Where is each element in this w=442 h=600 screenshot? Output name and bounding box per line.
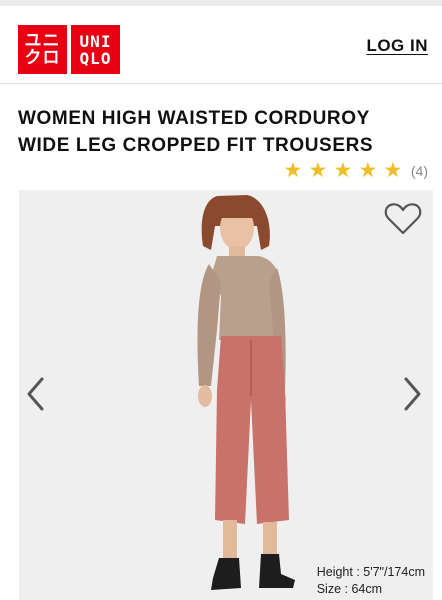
product-image-gallery[interactable]: Height : 5'7"/174cm Size : 64cm xyxy=(19,190,433,600)
uniqlo-logo[interactable]: ユニ クロ UNI QLO xyxy=(18,25,120,74)
model-size: Size : 64cm xyxy=(316,582,383,596)
logo-katakana-line2: クロ xyxy=(24,47,61,68)
model-info: Height : 5'7"/174cm Size : 64cm xyxy=(317,564,425,598)
review-count[interactable]: (4) xyxy=(411,163,428,179)
model-height: Height : 5'7"/174cm xyxy=(316,565,425,579)
logo-latin-line1: UNI xyxy=(79,31,112,51)
star-icon: ★ xyxy=(283,159,303,182)
logo-block-katakana: ユニ クロ xyxy=(18,25,67,74)
chevron-left-icon[interactable] xyxy=(25,376,47,412)
logo-block-latin: UNI QLO xyxy=(71,25,120,74)
product-photo-model xyxy=(197,195,295,590)
site-header: ユニ クロ UNI QLO LOG IN xyxy=(0,6,442,84)
logo-katakana-line1: ユニ xyxy=(24,30,61,51)
star-icon: ★ xyxy=(308,159,328,182)
login-link[interactable]: LOG IN xyxy=(366,36,428,56)
heart-outline-icon[interactable] xyxy=(383,198,423,238)
product-title: WOMEN HIGH WAISTED CORDUROY WIDE LEG CRO… xyxy=(18,108,374,156)
star-icon: ★ xyxy=(358,159,378,182)
star-icon: ★ xyxy=(333,159,353,182)
star-icon: ★ xyxy=(383,159,403,182)
chevron-right-icon[interactable] xyxy=(401,376,423,412)
product-rating[interactable]: ★ ★ ★ ★ ★ (4) xyxy=(282,160,428,182)
logo-latin-line2: QLO xyxy=(79,48,112,68)
